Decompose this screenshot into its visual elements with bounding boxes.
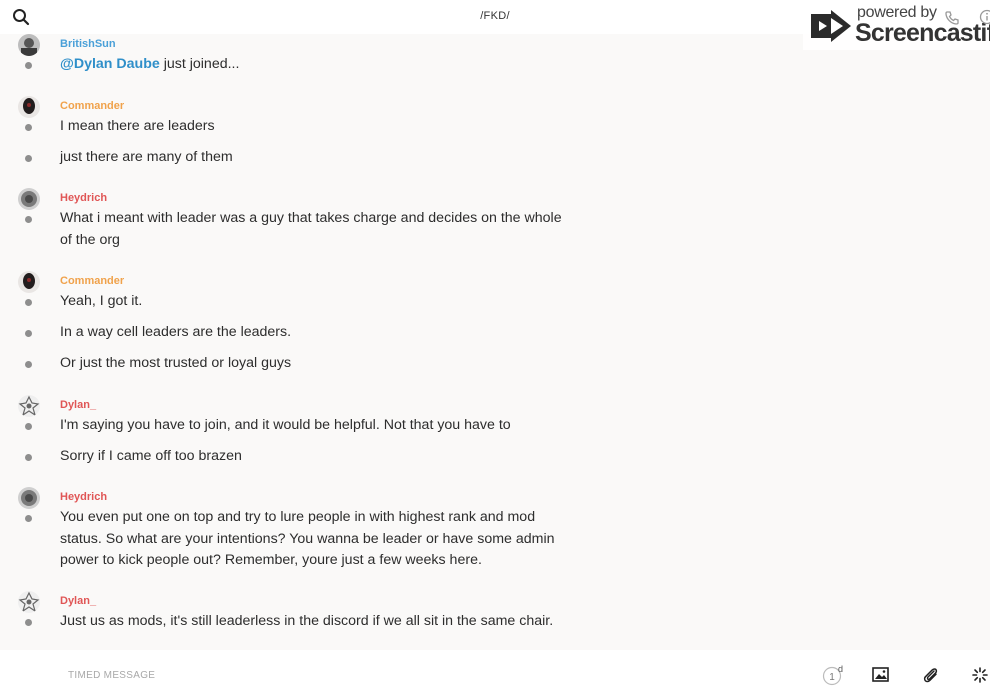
message-text: just there are many of them xyxy=(60,149,233,165)
avatar[interactable] xyxy=(18,96,40,118)
message-text: You even put one on top and try to lure … xyxy=(60,509,555,568)
paperclip-icon xyxy=(923,668,938,683)
avatar[interactable] xyxy=(18,395,40,417)
timer-unit: d xyxy=(838,664,844,674)
bullet-dot xyxy=(25,454,32,461)
bullet-dot xyxy=(25,124,32,131)
sparkle-icon xyxy=(972,667,988,683)
message-text: I'm saying you have to join, and it woul… xyxy=(60,417,511,433)
attach-button[interactable] xyxy=(922,666,940,689)
message-text: In a way cell leaders are the leaders. xyxy=(60,324,292,340)
avatar[interactable] xyxy=(18,591,40,613)
bullet-dot xyxy=(25,155,32,162)
bullet-dot xyxy=(25,515,32,522)
message-text: Or just the most trusted or loyal guys xyxy=(60,355,292,371)
sender-name[interactable]: Commander xyxy=(60,100,124,112)
phone-icon[interactable] xyxy=(944,10,960,26)
effects-button[interactable] xyxy=(971,666,989,689)
sender-name[interactable]: Dylan_ xyxy=(60,399,96,411)
sender-name[interactable]: Heydrich xyxy=(60,192,107,204)
message-text-content: just joined... xyxy=(159,56,240,72)
sender-name[interactable]: Heydrich xyxy=(60,491,107,503)
sender-name[interactable]: BritishSun xyxy=(60,38,116,50)
sender-name[interactable]: Dylan_ xyxy=(60,595,96,607)
message-text: @Dylan Daube just joined... xyxy=(60,54,570,76)
timer-value: 1 xyxy=(829,672,835,683)
user-mention[interactable]: @Dylan Daube xyxy=(60,56,160,72)
message-text: Sorry if I came off too brazen xyxy=(60,448,242,464)
info-icon[interactable] xyxy=(979,9,990,25)
bullet-dot xyxy=(25,423,32,430)
bullet-dot xyxy=(25,216,32,223)
bullet-dot xyxy=(25,619,32,626)
avatar[interactable] xyxy=(18,487,40,509)
bullet-dot xyxy=(25,299,32,306)
sender-name[interactable]: Commander xyxy=(60,275,124,287)
image-icon xyxy=(872,667,889,682)
image-button[interactable] xyxy=(872,667,890,688)
bullet-dot xyxy=(25,361,32,368)
message-text: I mean there are leaders xyxy=(60,118,215,134)
bullet-dot xyxy=(25,330,32,337)
message-list[interactable]: BritishSun @Dylan Daube just joined... C… xyxy=(0,34,990,650)
avatar[interactable] xyxy=(18,188,40,210)
timed-message-input[interactable]: TIMED MESSAGE xyxy=(68,670,155,681)
message-text: Just us as mods, it's still leaderless i… xyxy=(60,613,554,629)
message-text: Yeah, I got it. xyxy=(60,293,143,309)
bullet-dot xyxy=(25,62,32,69)
avatar[interactable] xyxy=(18,34,40,56)
message-text: What i meant with leader was a guy that … xyxy=(60,210,562,248)
avatar[interactable] xyxy=(18,271,40,293)
